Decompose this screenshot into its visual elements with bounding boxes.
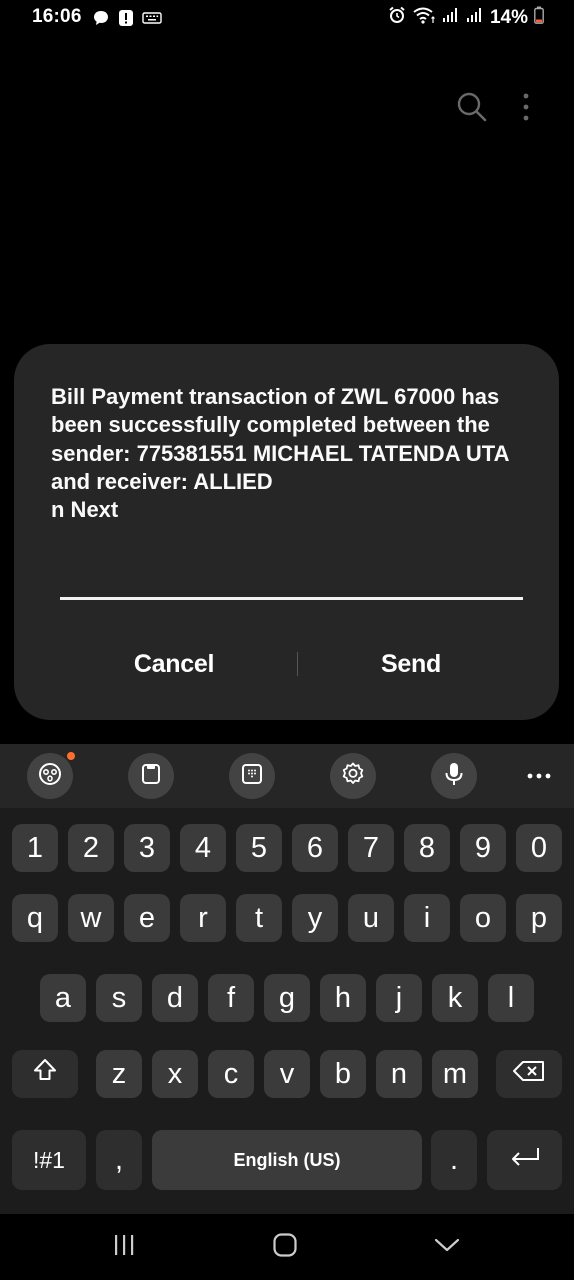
key-7[interactable]: 7 — [348, 824, 394, 872]
search-button[interactable] — [455, 90, 489, 124]
search-icon — [455, 92, 489, 128]
key-n[interactable]: n — [376, 1050, 422, 1098]
key-k[interactable]: k — [432, 974, 478, 1022]
key-h[interactable]: h — [320, 974, 366, 1022]
enter-key[interactable] — [487, 1130, 562, 1190]
more-options-button[interactable] — [514, 90, 538, 124]
settings-button[interactable] — [330, 753, 376, 799]
keyboard: 1 2 3 4 5 6 7 8 9 0 q w e r t y u i o p … — [0, 744, 574, 1214]
keyboard-icon — [142, 11, 162, 30]
settings-icon — [340, 761, 366, 792]
shift-key[interactable] — [12, 1050, 78, 1098]
key-b[interactable]: b — [320, 1050, 366, 1098]
more-horizontal-icon — [525, 767, 553, 785]
key-y[interactable]: y — [292, 894, 338, 942]
status-time: 16:06 — [32, 6, 82, 27]
key-z[interactable]: z — [96, 1050, 142, 1098]
key-l[interactable]: l — [488, 974, 534, 1022]
recent-apps-button[interactable] — [104, 1230, 144, 1264]
key-u[interactable]: u — [348, 894, 394, 942]
key-i[interactable]: i — [404, 894, 450, 942]
key-9[interactable]: 9 — [460, 824, 506, 872]
key-2[interactable]: 2 — [68, 824, 114, 872]
key-j[interactable]: j — [376, 974, 422, 1022]
clipboard-icon — [139, 762, 163, 791]
home-icon — [272, 1232, 298, 1263]
key-1[interactable]: 1 — [12, 824, 58, 872]
toolbar-more-button[interactable] — [522, 762, 556, 790]
clipboard-button[interactable] — [128, 753, 174, 799]
key-t[interactable]: t — [236, 894, 282, 942]
key-e[interactable]: e — [124, 894, 170, 942]
home-button[interactable] — [265, 1230, 305, 1264]
enter-icon — [508, 1144, 542, 1177]
input-underline — [60, 597, 523, 600]
key-s[interactable]: s — [96, 974, 142, 1022]
emoji-button[interactable] — [27, 752, 75, 799]
notification-dot — [67, 752, 75, 760]
period-key[interactable]: . — [431, 1130, 477, 1190]
alarm-icon — [388, 6, 406, 29]
key-r[interactable]: r — [180, 894, 226, 942]
key-4[interactable]: 4 — [180, 824, 226, 872]
key-x[interactable]: x — [152, 1050, 198, 1098]
comma-key[interactable]: , — [96, 1130, 142, 1190]
key-o[interactable]: o — [460, 894, 506, 942]
keypad-icon — [240, 762, 264, 791]
key-8[interactable]: 8 — [404, 824, 450, 872]
key-3[interactable]: 3 — [124, 824, 170, 872]
message-dialog: Bill Payment transaction of ZWL 67000 ha… — [14, 344, 559, 720]
keypad-button[interactable] — [229, 753, 275, 799]
key-w[interactable]: w — [68, 894, 114, 942]
recent-apps-icon — [111, 1233, 137, 1262]
signal-icon — [442, 7, 460, 28]
status-right: 14% — [388, 6, 544, 29]
signal-icon — [466, 7, 484, 28]
voice-input-button[interactable] — [431, 753, 477, 799]
backspace-key[interactable] — [496, 1050, 562, 1098]
key-p[interactable]: p — [516, 894, 562, 942]
key-g[interactable]: g — [264, 974, 310, 1022]
keyboard-toolbar — [0, 744, 574, 808]
status-bar: 16:06 14% — [0, 0, 574, 36]
key-v[interactable]: v — [264, 1050, 310, 1098]
more-vertical-icon — [514, 93, 538, 128]
key-c[interactable]: c — [208, 1050, 254, 1098]
key-m[interactable]: m — [432, 1050, 478, 1098]
battery-percent: 14% — [489, 6, 528, 28]
microphone-icon — [442, 761, 466, 792]
key-d[interactable]: d — [152, 974, 198, 1022]
key-6[interactable]: 6 — [292, 824, 338, 872]
key-f[interactable]: f — [208, 974, 254, 1022]
back-button[interactable] — [427, 1230, 467, 1264]
alert-icon — [118, 9, 134, 32]
key-5[interactable]: 5 — [236, 824, 282, 872]
symbols-key[interactable]: !#1 — [12, 1130, 86, 1190]
spacebar[interactable]: English (US) — [152, 1130, 422, 1190]
cancel-button[interactable]: Cancel — [84, 642, 264, 686]
key-q[interactable]: q — [12, 894, 58, 942]
back-icon — [433, 1235, 461, 1260]
emoji-icon — [37, 761, 63, 792]
chat-bubble-icon — [92, 9, 110, 32]
backspace-icon — [512, 1058, 546, 1091]
wifi-icon — [412, 6, 436, 29]
send-button[interactable]: Send — [321, 642, 501, 686]
message-text[interactable]: Bill Payment transaction of ZWL 67000 ha… — [51, 383, 521, 524]
key-a[interactable]: a — [40, 974, 86, 1022]
status-left-icons — [92, 9, 162, 32]
battery-low-icon — [534, 6, 544, 29]
key-0[interactable]: 0 — [516, 824, 562, 872]
navigation-bar — [0, 1214, 574, 1280]
shift-icon — [32, 1057, 58, 1091]
button-divider — [297, 652, 298, 676]
